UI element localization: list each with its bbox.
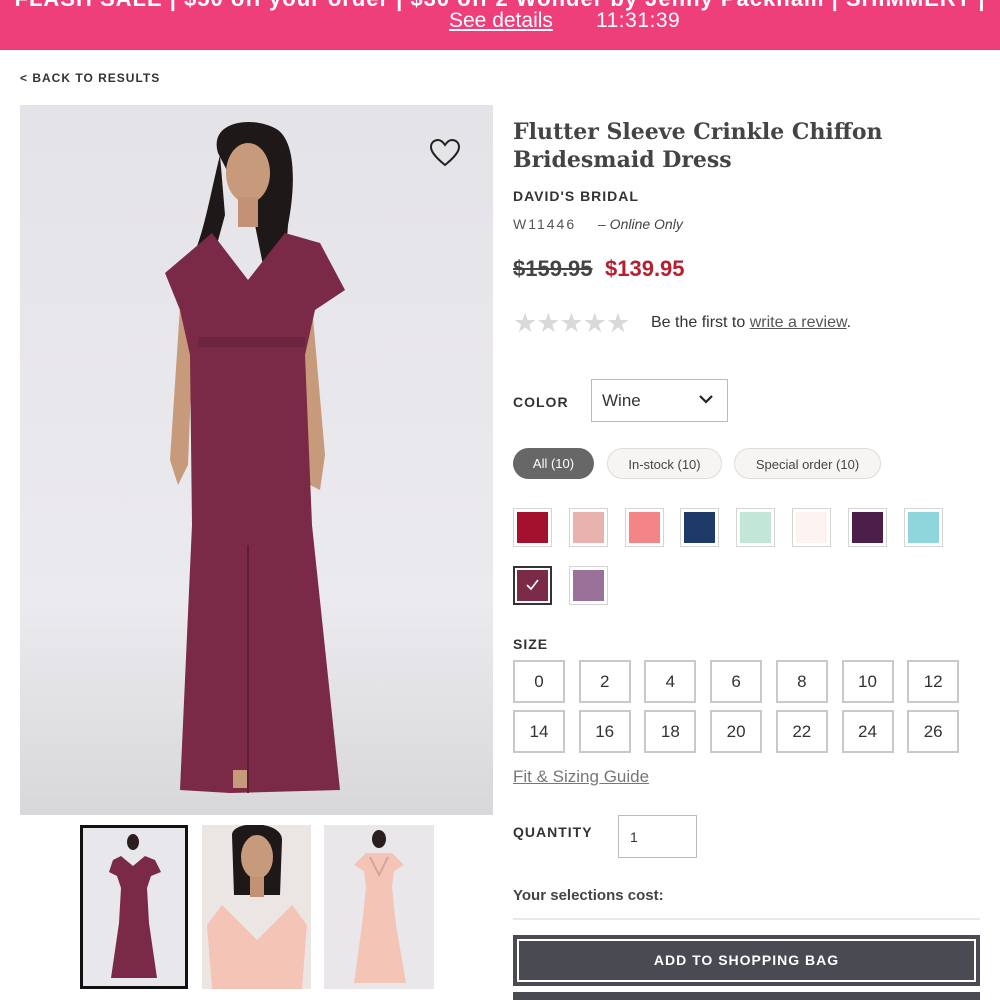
review-prompt: Be the first to write a review. — [651, 314, 851, 332]
swatch-color-fill — [572, 570, 604, 601]
swatch-color-fill — [517, 512, 548, 543]
chevron-down-icon[interactable] — [697, 390, 715, 408]
selections-cost-label: Your selections cost: — [513, 887, 664, 904]
thumbnail-image — [207, 825, 307, 989]
swatch-color-fill — [851, 512, 883, 543]
color-swatch[interactable] — [513, 508, 552, 547]
swatch-color-fill — [684, 512, 716, 543]
swatch-color-fill — [572, 512, 604, 543]
promo-details-link[interactable]: See details — [449, 9, 553, 33]
size-option[interactable]: 22 — [775, 710, 828, 753]
write-review-link[interactable]: write a review — [750, 314, 847, 331]
color-swatch[interactable] — [624, 508, 664, 547]
promo-countdown: 11:31:39 — [596, 9, 681, 32]
color-swatch[interactable] — [680, 508, 720, 547]
size-option[interactable]: 18 — [644, 710, 697, 753]
swatch-color-fill — [628, 512, 660, 543]
size-label: SIZE — [513, 636, 549, 652]
heart-icon[interactable] — [429, 138, 461, 168]
size-option[interactable]: 16 — [578, 710, 631, 753]
size-option[interactable]: 26 — [907, 710, 960, 753]
divider — [513, 918, 980, 920]
product-sku: W11446 — [513, 216, 577, 232]
color-label: COLOR — [513, 394, 569, 410]
swatch-color-fill — [796, 512, 827, 543]
size-option[interactable]: 6 — [710, 660, 763, 703]
size-option[interactable]: 0 — [513, 660, 565, 703]
color-swatch[interactable] — [792, 508, 831, 547]
swatch-color-fill — [740, 512, 772, 543]
brand-name: DAVID'S BRIDAL — [513, 188, 639, 204]
color-swatch[interactable] — [903, 508, 943, 547]
thumbnail-back-view[interactable] — [324, 825, 434, 989]
size-option[interactable]: 4 — [644, 660, 697, 703]
size-option[interactable]: 2 — [578, 660, 631, 703]
availability-note: – Online Only — [598, 216, 683, 232]
quantity-input[interactable]: 1 — [618, 815, 697, 858]
swatch-color-fill — [907, 512, 939, 543]
product-title: Flutter Sleeve Crinkle Chiffon Bridesmai… — [513, 119, 883, 173]
color-swatch[interactable] — [568, 508, 608, 547]
size-option[interactable]: 10 — [841, 660, 894, 703]
star-rating: ★★★★★ — [513, 308, 630, 338]
color-swatch[interactable] — [568, 566, 608, 605]
color-swatch[interactable] — [736, 508, 776, 547]
filter-special-order[interactable]: Special order (10) — [734, 448, 881, 479]
secondary-action-button[interactable] — [513, 992, 980, 1000]
add-to-bag-button[interactable]: ADD TO SHOPPING BAG — [513, 935, 980, 986]
thumbnail-closeup-view[interactable] — [202, 825, 311, 989]
size-option[interactable]: 14 — [513, 710, 565, 753]
back-to-results-link[interactable]: < BACK TO RESULTS — [20, 71, 160, 85]
color-swatch[interactable] — [513, 566, 552, 605]
filter-in-stock[interactable]: In-stock (10) — [607, 448, 722, 479]
check-icon — [526, 579, 539, 591]
original-price: $159.95 — [513, 256, 593, 281]
review-prompt-text: Be the first to — [651, 314, 750, 331]
review-prompt-suffix: . — [846, 314, 852, 331]
thumbnail-image — [354, 830, 406, 983]
sale-price: $139.95 — [605, 256, 685, 281]
main-product-image[interactable] — [20, 105, 493, 815]
thumbnail-front-view[interactable] — [80, 825, 188, 989]
size-option[interactable]: 12 — [907, 660, 960, 703]
model-in-dress-image — [165, 121, 345, 793]
filter-all[interactable]: All (10) — [513, 448, 594, 479]
size-option[interactable]: 8 — [775, 660, 828, 703]
color-swatch[interactable] — [847, 508, 887, 547]
size-option[interactable]: 20 — [710, 710, 763, 753]
add-to-bag-label: ADD TO SHOPPING BAG — [517, 939, 976, 982]
promo-banner: FLASH SALE | $50 off your order | $30 of… — [0, 0, 1000, 50]
size-option[interactable]: 24 — [841, 710, 894, 753]
quantity-label: QUANTITY — [513, 824, 593, 840]
thumbnail-image — [109, 834, 161, 978]
color-selected-value: Wine — [602, 391, 641, 410]
fit-sizing-guide-link[interactable]: Fit & Sizing Guide — [513, 767, 649, 787]
